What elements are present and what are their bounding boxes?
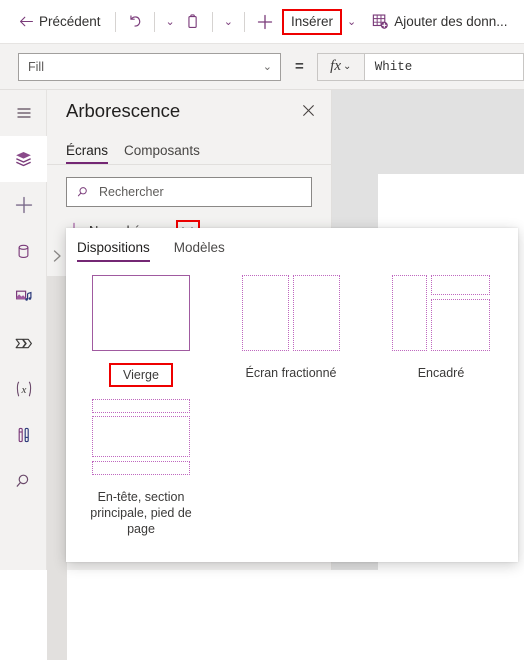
page-title: Arborescence (66, 100, 181, 121)
sidebar-item-insert[interactable] (0, 182, 47, 228)
divider (211, 11, 213, 32)
formula-input[interactable]: White (364, 52, 524, 81)
sidebar-item-media[interactable] (0, 274, 47, 320)
panel-expander-button[interactable] (47, 238, 67, 274)
add-data-label: Ajouter des donn... (394, 14, 508, 29)
hamburger-menu-icon (14, 103, 34, 123)
layout-thumbnail-header-main-footer (92, 399, 190, 475)
layouts-grid: Vierge Écran fractionné Encadré En-tête,… (66, 262, 518, 551)
chevron-down-icon: ⌄ (342, 61, 352, 72)
insert-button[interactable]: Insérer (281, 8, 343, 35)
tab-composants[interactable]: Composants (124, 143, 200, 164)
sidebar-item-menu[interactable] (0, 90, 47, 136)
tab-ecrans[interactable]: Écrans (66, 143, 109, 164)
sidebar-item-search[interactable] (0, 458, 47, 504)
search-icon (14, 471, 34, 491)
clipboard-dropdown-caret[interactable]: ⌄ (219, 15, 238, 28)
layout-block (431, 275, 490, 295)
layout-option-blank[interactable]: Vierge (66, 275, 216, 387)
layout-caption-sidebar: Encadré (417, 366, 465, 380)
power-automate-icon (13, 333, 34, 354)
add-data-table-icon (371, 12, 390, 31)
svg-text:x: x (20, 384, 26, 396)
layout-block (242, 275, 289, 351)
tab-dispositions[interactable]: Dispositions (77, 240, 150, 262)
layout-caption-header-main-footer: En-tête, section principale, pied de pag… (90, 490, 192, 536)
clipboard-button[interactable] (180, 6, 206, 38)
flyout-tabs: Dispositions Modèles (66, 228, 518, 262)
layout-thumbnail-sidebar (392, 275, 490, 351)
tools-icon (14, 425, 34, 445)
sidebar-item-data[interactable] (0, 228, 47, 274)
sidebar-item-power-automate[interactable] (0, 320, 47, 366)
back-label: Précédent (39, 14, 101, 29)
layout-option-header-main-footer[interactable]: En-tête, section principale, pied de pag… (66, 399, 216, 539)
panel-side-strip (47, 276, 67, 660)
search-icon (77, 185, 91, 199)
database-icon (14, 242, 33, 261)
search-placeholder: Rechercher (99, 185, 164, 199)
undo-icon (126, 13, 144, 31)
layout-option-split[interactable]: Écran fractionné (216, 275, 366, 387)
close-icon[interactable] (302, 104, 315, 119)
sidebar-item-tools[interactable] (0, 412, 47, 458)
layout-block (92, 461, 190, 475)
layouts-flyout: Dispositions Modèles Vierge Écran fracti… (66, 228, 518, 562)
left-rail: x (0, 90, 47, 570)
equals-sign: = (295, 58, 304, 75)
fx-button[interactable]: fx ⌄ (316, 52, 365, 81)
layout-block (431, 299, 490, 351)
divider (153, 11, 155, 32)
tree-panel-tabs: Écrans Composants (47, 132, 331, 165)
layout-caption-blank: Vierge (109, 363, 173, 387)
arrow-left-icon (18, 13, 35, 30)
layout-option-sidebar[interactable]: Encadré (366, 275, 516, 387)
property-select[interactable]: Fill ⌄ (18, 52, 281, 81)
back-button[interactable]: Précédent (14, 6, 109, 38)
layout-block (92, 416, 190, 457)
layout-block (92, 399, 190, 413)
undo-dropdown-caret[interactable]: ⌄ (161, 15, 180, 28)
layout-block (392, 275, 427, 351)
tree-panel-header: Arborescence (47, 90, 331, 132)
layout-caption-split: Écran fractionné (245, 366, 337, 380)
property-select-value: Fill (28, 59, 44, 74)
media-icon (14, 287, 34, 307)
insert-plus-button[interactable] (251, 6, 279, 38)
clipboard-icon (184, 13, 202, 31)
plus-insert-icon (13, 194, 35, 216)
plus-icon (255, 12, 275, 32)
divider (243, 11, 245, 32)
layout-block (293, 275, 340, 351)
top-command-bar: Précédent ⌄ ⌄ Insérer ⌄ Ajouter des donn… (0, 0, 524, 44)
tab-modeles[interactable]: Modèles (174, 240, 225, 262)
layout-thumbnail-blank (92, 275, 190, 351)
layout-thumbnail-split (242, 275, 340, 351)
fx-icon: fx (330, 58, 341, 74)
sidebar-item-tree-view[interactable] (0, 136, 47, 182)
divider (114, 11, 116, 32)
insert-dropdown-caret[interactable]: ⌄ (342, 15, 361, 28)
search-input[interactable]: Rechercher (66, 177, 312, 207)
variables-icon: x (13, 378, 35, 400)
layers-tree-icon (13, 149, 34, 170)
formula-value: White (374, 59, 413, 74)
chevron-down-icon: ⌄ (262, 61, 272, 73)
insert-label: Insérer (290, 14, 334, 29)
undo-button[interactable] (122, 6, 148, 38)
formula-bar: Fill ⌄ = fx ⌄ White (0, 44, 524, 90)
sidebar-item-variables[interactable]: x (0, 366, 47, 412)
add-data-button[interactable]: Ajouter des donn... (367, 6, 515, 38)
